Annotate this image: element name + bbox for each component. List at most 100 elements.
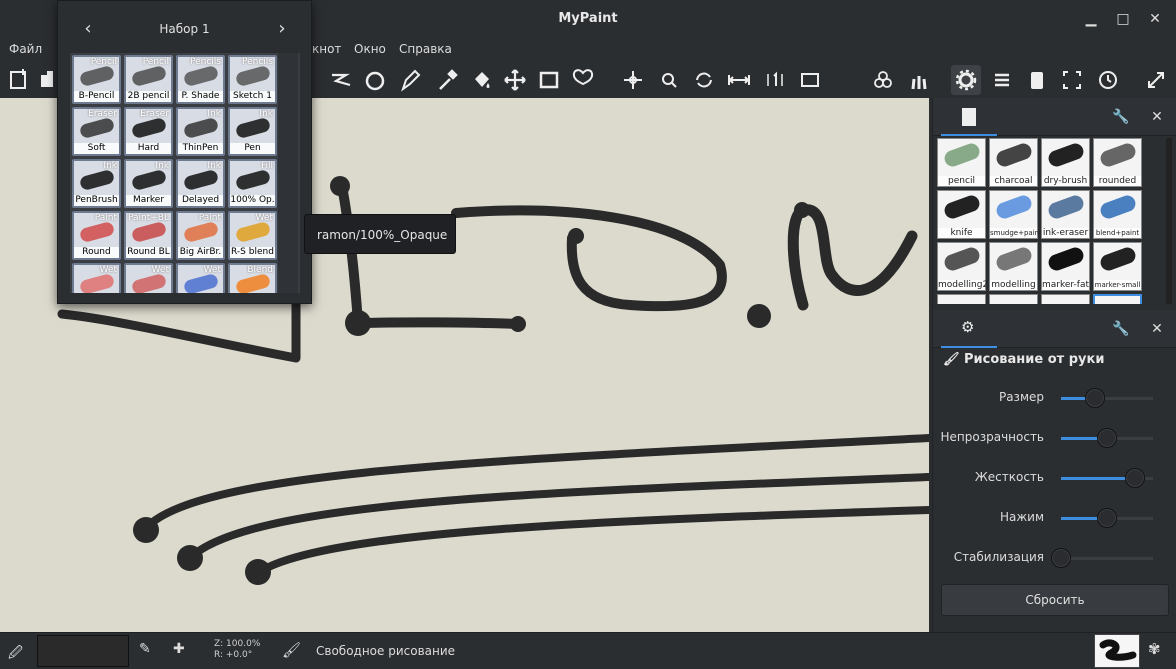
brush-stroke-preview [182,272,220,293]
brush-thumb-partial[interactable] [937,294,986,304]
fill-tool-icon[interactable] [466,65,496,95]
brush-thumb-charcoal[interactable]: charcoal [989,138,1038,187]
brush-thumb-partial[interactable] [1093,294,1142,304]
palette-brush-item-18[interactable]: Wet [176,263,225,293]
status-bar: 🖉 ✎ ✚ Z: 100.0% R: +0.0° 🖌 Свободное рис… [0,632,1176,669]
maximize-button[interactable]: □ [1113,9,1133,29]
palette-brush-soft[interactable]: Eraser Soft [72,107,121,156]
scratchpad-icon[interactable] [1022,65,1052,95]
palette-brush-penbrush[interactable]: Ink PenBrush [72,159,121,208]
expand-icon[interactable] [1141,65,1171,95]
slider-track[interactable] [1061,428,1153,448]
ink-tool-icon[interactable] [395,65,425,95]
clock-icon[interactable] [1093,65,1123,95]
menu-view[interactable]: Окно [354,42,386,56]
pan-view-icon[interactable] [618,65,648,95]
symmetry-tool-icon[interactable] [568,65,598,95]
palette-brush-hard[interactable]: Eraser Hard [124,107,173,156]
reset-button[interactable]: Сбросить [941,584,1169,616]
brush-list-scrollbar[interactable] [1166,138,1172,304]
fit-width-icon[interactable] [724,65,754,95]
rotate-view-icon[interactable] [689,65,719,95]
palette-brush-pen[interactable]: Ink Pen [228,107,277,156]
minimize-button[interactable]: ▁ [1081,9,1101,29]
connected-lines-icon[interactable] [326,65,356,95]
menu-window-partial[interactable]: кнот [312,42,341,56]
fullscreen-icon[interactable] [1057,65,1087,95]
slider-track[interactable] [1061,508,1153,528]
palette-brush-big-airbr-[interactable]: Paint Big AirBr. [176,211,225,260]
slider-track[interactable] [1061,388,1153,408]
slider-knob[interactable] [1097,508,1117,528]
brush-thumb-knife[interactable]: knife [937,190,986,239]
brush-thumb-modelling[interactable]: modelling [989,242,1038,291]
slider-track[interactable] [1061,468,1153,488]
brush-thumb-marker-small[interactable]: marker-small [1093,242,1142,291]
brush-stroke-preview [234,220,272,244]
color-picker-icon[interactable]: 🖉 [8,642,23,666]
current-brush-preview[interactable] [1094,634,1140,668]
ellipse-tool-icon[interactable] [360,65,390,95]
palette-brush-round[interactable]: Paint Round [72,211,121,260]
palette-brush-thinpen[interactable]: Ink ThinPen [176,107,225,156]
color-swatch[interactable] [37,635,129,667]
tool-options-tab[interactable]: ⚙ [941,314,997,348]
slider-knob[interactable] [1124,468,1145,488]
fit-view-icon[interactable] [795,65,825,95]
palette-brush-round-bl[interactable]: Paint+BL Round BL [124,211,173,260]
brush-thumb-rounded[interactable]: rounded [1093,138,1142,187]
palette-brush-b-pencil[interactable]: Pencil B-Pencil [72,55,121,104]
brush-thumb-blend-paint[interactable]: blend+paint [1093,190,1142,239]
brush-thumb-partial[interactable] [1041,294,1090,304]
brush-thumb-modelling2[interactable]: modelling2 [937,242,988,291]
brush-history-icon[interactable]: ✾ [1148,640,1161,658]
close-panel-icon[interactable]: ✕ [1147,107,1167,127]
frame-tool-icon[interactable] [534,65,564,95]
brush-thumb-ink-eraser[interactable]: ink-eraser [1041,190,1090,239]
brush-thumb-partial[interactable] [989,294,1038,304]
menu-help[interactable]: Справка [399,42,452,56]
wrench-icon[interactable]: 🔧 [1111,319,1131,339]
menu-file[interactable]: Файл [9,42,42,56]
brush-category: Pencils [190,57,221,67]
layer-add-icon[interactable]: ✚ [173,641,185,657]
zoom-1-icon[interactable] [760,65,790,95]
slider-track[interactable] [1051,548,1153,568]
brush-thumb-marker-fat[interactable]: marker-fat [1041,242,1090,291]
next-set-arrow-icon[interactable]: › [272,19,292,39]
palette-brush-item-17[interactable]: Wet [124,263,173,293]
history-icon[interactable] [987,65,1017,95]
close-panel-icon[interactable]: ✕ [1147,319,1167,339]
palette-brush-p-shade[interactable]: Pencils P. Shade [176,55,225,104]
zoom-view-icon[interactable] [654,65,684,95]
palette-brush-delayed[interactable]: Ink Delayed [176,159,225,208]
brush-thumb-smudge-paint[interactable]: smudge+paint [989,190,1042,239]
brushes-icon[interactable] [904,65,934,95]
tool-options-icon[interactable] [951,65,981,95]
slider-knob[interactable] [1085,388,1106,408]
slider-knob[interactable] [1097,428,1117,448]
close-button[interactable]: ✕ [1145,9,1165,29]
palette-brush-item-16[interactable]: Wet [72,263,121,293]
brush-thumb-pencil[interactable]: pencil [937,138,986,187]
color-picker-icon[interactable] [432,65,462,95]
brushes-panel-tab[interactable] [941,102,997,136]
new-file-icon[interactable] [4,65,34,95]
palette-brush-2b-pencil[interactable]: Pencil 2B pencil [124,55,173,104]
palette-brush-100-op-[interactable]: Fill 100% Op. [228,159,277,208]
move-layer-icon[interactable] [500,65,530,95]
brush-thumb-dry-brush[interactable]: dry-brush [1041,138,1090,187]
palette-brush-r-s-blend[interactable]: Wet R-S blend [228,211,277,260]
tool-options-header: ⚙ 🔧 ✕ [933,310,1176,348]
brush-label: knife [938,228,985,238]
brush-stroke-preview [942,245,982,273]
layers-icon[interactable] [868,65,898,95]
palette-brush-sketch-1[interactable]: Pencils Sketch 1 [228,55,277,104]
palette-brush-item-19[interactable]: Blend [228,263,277,293]
palette-brush-marker[interactable]: Ink Marker [124,159,173,208]
brushes-panel-header: 🔧 ✕ [933,98,1176,136]
slider-knob[interactable] [1051,548,1071,568]
wrench-icon[interactable]: 🔧 [1111,107,1131,127]
palette-scrollbar[interactable] [278,53,298,293]
brush-settings-icon[interactable]: ✎ [139,641,151,657]
